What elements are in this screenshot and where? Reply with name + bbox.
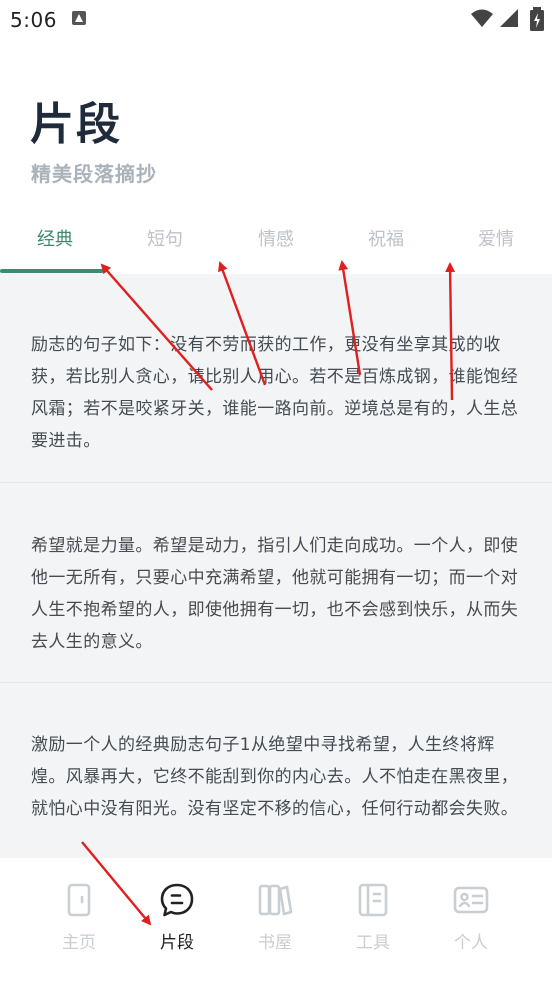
passage-text: 激励一个人的经典励志句子1从绝望中寻找希望，人生终将辉煌。风暴再大，它终不能刮到… xyxy=(31,735,519,819)
page-subtitle: 精美段落摘抄 xyxy=(31,162,157,186)
wifi-icon xyxy=(471,9,493,27)
passage-list[interactable]: 励志的句子如下：没有不劳而获的工作，更没有坐享其成的收获，若比别人贪心，请比别人… xyxy=(0,274,552,858)
page-header: 片段 精美段落摘抄 经典 短句 情感 祝福 爱情 xyxy=(0,38,552,274)
nav-label: 主页 xyxy=(62,933,96,953)
nav-label: 书屋 xyxy=(258,933,292,953)
notebook-icon xyxy=(358,883,388,917)
nav-profile[interactable]: 个人 xyxy=(431,882,511,958)
passage-card[interactable]: 激励一个人的经典励志句子1从绝望中寻找希望，人生终将辉煌。风暴再大，它终不能刮到… xyxy=(0,683,552,858)
passage-card[interactable]: 希望就是力量。希望是动力，指引人们走向成功。一个人，即使他一无所有，只要心中充满… xyxy=(0,483,552,683)
category-tabs: 经典 短句 情感 祝福 爱情 xyxy=(0,226,552,274)
tab-classic[interactable]: 经典 xyxy=(0,226,110,274)
tab-short[interactable]: 短句 xyxy=(110,226,220,274)
nav-label: 个人 xyxy=(454,933,488,953)
nav-home[interactable]: 主页 xyxy=(39,882,119,958)
page-title: 片段 xyxy=(30,99,122,150)
nav-snippets[interactable]: 片段 xyxy=(137,882,217,958)
nav-label: 工具 xyxy=(356,933,390,953)
battery-icon xyxy=(530,7,544,31)
chat-bubble-icon xyxy=(160,883,194,917)
nav-label: 片段 xyxy=(160,933,194,953)
status-time: 5:06 xyxy=(10,8,57,32)
signal-icon xyxy=(500,9,518,27)
bottom-navigation: 主页 片段 书屋 工具 个人 xyxy=(0,858,552,981)
passage-text: 励志的句子如下：没有不劳而获的工作，更没有坐享其成的收获，若比别人贪心，请比别人… xyxy=(31,335,519,451)
active-tab-indicator xyxy=(0,269,104,273)
tab-blessing[interactable]: 祝福 xyxy=(331,226,441,274)
door-icon xyxy=(67,883,91,917)
nav-bookstore[interactable]: 书屋 xyxy=(235,882,315,958)
passage-text: 希望就是力量。希望是动力，指引人们走向成功。一个人，即使他一无所有，只要心中充满… xyxy=(31,536,519,652)
passage-card[interactable]: 励志的句子如下：没有不劳而获的工作，更没有坐享其成的收获，若比别人贪心，请比别人… xyxy=(0,274,552,483)
tab-emotion[interactable]: 情感 xyxy=(221,226,331,274)
id-card-icon xyxy=(453,886,489,914)
status-bar: 5:06 xyxy=(0,0,552,38)
tab-love[interactable]: 爱情 xyxy=(441,226,551,274)
nav-tools[interactable]: 工具 xyxy=(333,882,413,958)
books-icon xyxy=(258,884,293,916)
notification-icon xyxy=(72,11,86,25)
